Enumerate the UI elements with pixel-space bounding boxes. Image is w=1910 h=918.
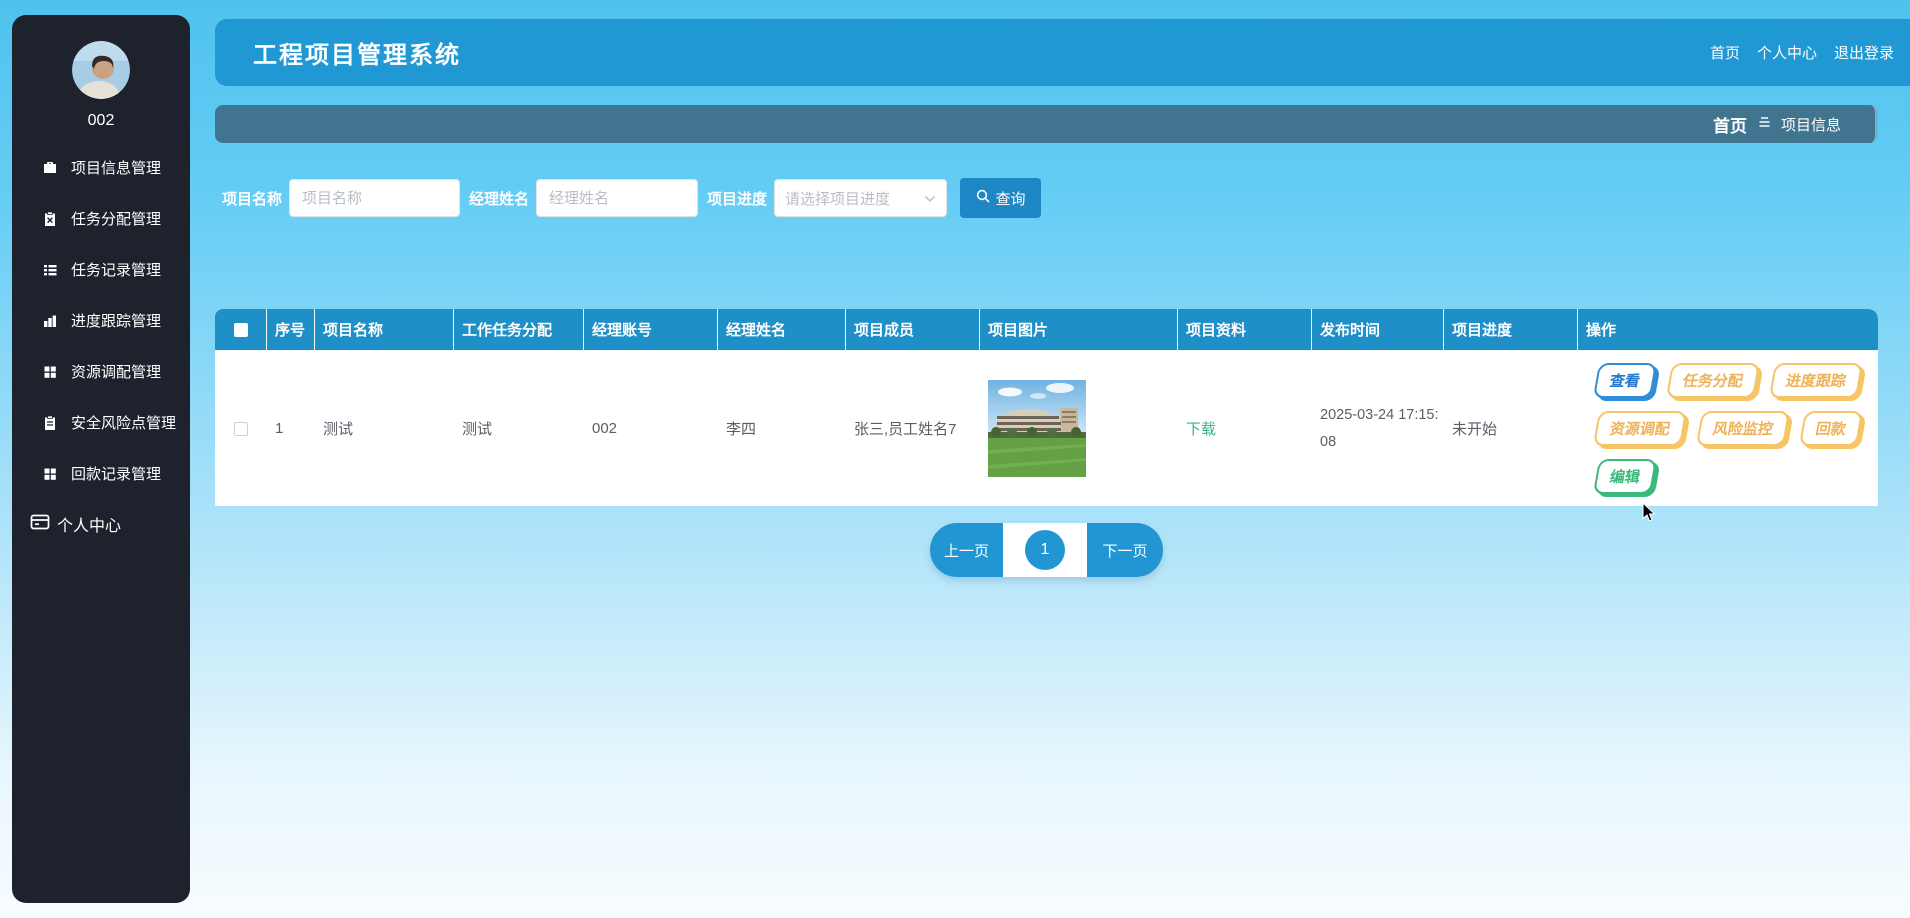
search-button[interactable]: 查询 [960,178,1042,218]
col-header-task: 工作任务分配 [454,309,584,350]
sidebar-item-task-record[interactable]: 任务记录管理 [12,244,190,295]
topnav-logout-link[interactable]: 退出登录 [1834,42,1894,63]
sidebar-item-progress-track[interactable]: 进度跟踪管理 [12,295,190,346]
avatar[interactable] [72,41,130,99]
sidebar-item-label: 进度跟踪管理 [71,313,162,330]
search-button-label: 查询 [995,190,1026,208]
select-all-cell [215,309,267,350]
pagination-middle: 1 [1003,523,1087,577]
progress-select[interactable]: 请选择项目进度 [774,179,948,217]
col-header-members: 项目成员 [846,309,980,350]
cell-index: 1 [275,420,284,437]
project-name-label: 项目名称 [222,190,283,208]
cell-actions: 查看 任务分配 进度跟踪 资源调配 风险监控 回款 编辑 [1578,351,1878,506]
sidebar-item-label: 任务记录管理 [71,262,162,279]
progress-select-placeholder: 请选择项目进度 [785,190,891,208]
sidebar-item-personal-center[interactable]: 个人中心 [12,499,190,549]
row-checkbox-cell [215,351,267,506]
resource-button[interactable]: 资源调配 [1592,411,1688,446]
topnav-home-link[interactable]: 首页 [1710,42,1740,63]
cell-members: 张三,员工姓名7 [854,421,957,438]
pagination: 上一页 1 下一页 [930,523,1163,577]
sidebar-item-project-info[interactable]: 项目信息管理 [12,142,190,193]
action-buttons: 查看 任务分配 进度跟踪 资源调配 风险监控 回款 编辑 [1586,351,1878,506]
current-page-button[interactable]: 1 [1025,530,1065,570]
cell-progress: 未开始 [1452,421,1498,438]
breadcrumb-home-link[interactable]: 首页 [1713,112,1747,137]
app-header: 工程项目管理系统 首页 个人中心 退出登录 [215,19,1910,86]
table-row: 1 测试 测试 002 李四 张三,员工姓名7 下载 2025-03-24 17… [215,350,1878,506]
sidebar-item-task-assign[interactable]: 任务分配管理 [12,193,190,244]
project-table: 序号 项目名称 工作任务分配 经理账号 经理姓名 项目成员 项目图片 项目资料 … [215,309,1878,506]
grid-icon [42,466,58,482]
cell-file: 下载 [1178,351,1312,506]
cell-task: 测试 [462,421,493,438]
breadcrumb-bar: 首页 项目信息 [215,105,1878,143]
prev-page-button[interactable]: 上一页 [930,523,1003,577]
cell-manager-name: 李四 [726,421,757,438]
menu-lines-icon [1757,115,1771,133]
publish-time-text: 2025-03-24 17:15:08 [1320,406,1439,450]
col-header-manager-name: 经理姓名 [718,309,846,350]
sidebar-username: 002 [87,112,115,129]
search-icon [976,189,990,207]
col-header-index: 序号 [267,309,315,350]
col-header-publish-time: 发布时间 [1312,309,1444,350]
sidebar-item-safety-risk[interactable]: 安全风险点管理 [12,397,190,448]
mouse-cursor [1642,501,1658,529]
project-name-input[interactable] [289,179,461,217]
next-page-button[interactable]: 下一页 [1087,523,1163,577]
sidebar-item-label: 任务分配管理 [71,211,162,228]
col-header-file: 项目资料 [1178,309,1312,350]
sidebar-menu: 项目信息管理 任务分配管理 任务记录管理 进度跟踪管理 资源调配管理 安全风险点… [12,142,190,499]
sidebar-item-label: 个人中心 [57,518,122,535]
clipboard-x-icon [42,211,58,227]
edit-button[interactable]: 编辑 [1592,459,1658,494]
risk-monitor-button[interactable]: 风险监控 [1695,411,1791,446]
select-all-checkbox[interactable] [233,322,248,337]
col-header-manager-account: 经理账号 [584,309,718,350]
clipboard-icon [42,415,58,431]
col-header-progress: 项目进度 [1444,309,1578,350]
list-icon [42,262,58,278]
row-checkbox[interactable] [234,421,248,436]
cell-publish-time: 2025-03-24 17:15:08 [1312,351,1444,506]
sidebar-item-label: 回款记录管理 [71,466,162,483]
task-assign-button[interactable]: 任务分配 [1665,363,1761,398]
sidebar-item-label: 安全风险点管理 [71,415,177,432]
table-header-row: 序号 项目名称 工作任务分配 经理账号 经理姓名 项目成员 项目图片 项目资料 … [215,309,1878,350]
sidebar-item-label: 项目信息管理 [71,160,162,177]
cell-manager-account: 002 [592,420,618,437]
breadcrumb-current: 项目信息 [1780,116,1841,134]
chevron-down-icon [924,190,936,207]
progress-track-button[interactable]: 进度跟踪 [1768,363,1864,398]
window-icon [30,513,50,536]
project-photo[interactable] [988,380,1086,477]
progress-label: 项目进度 [707,190,768,208]
download-link[interactable]: 下载 [1186,418,1216,439]
sidebar-item-resource[interactable]: 资源调配管理 [12,346,190,397]
filter-bar: 项目名称 经理姓名 项目进度 请选择项目进度 查询 [222,178,1042,218]
bar-chart-icon [42,313,58,329]
sidebar-item-payment-record[interactable]: 回款记录管理 [12,448,190,499]
col-header-name: 项目名称 [315,309,454,350]
sidebar: 002 项目信息管理 任务分配管理 任务记录管理 进度跟踪管理 资源调配管理 安… [12,15,190,903]
cell-image [980,351,1178,506]
manager-name-label: 经理姓名 [469,190,530,208]
col-header-actions: 操作 [1586,322,1617,339]
view-button[interactable]: 查看 [1592,363,1658,398]
payment-button[interactable]: 回款 [1798,411,1864,446]
manager-name-input[interactable] [536,179,699,217]
cell-name: 测试 [323,421,354,438]
breadcrumb: 首页 项目信息 [1713,105,1841,143]
sidebar-item-label: 资源调配管理 [71,364,162,381]
topnav-personal-link[interactable]: 个人中心 [1757,42,1817,63]
col-header-image: 项目图片 [980,309,1178,350]
briefcase-icon [42,160,58,176]
page-title: 工程项目管理系统 [253,42,461,69]
top-nav: 首页 个人中心 退出登录 [1710,19,1894,86]
grid-icon [42,364,58,380]
